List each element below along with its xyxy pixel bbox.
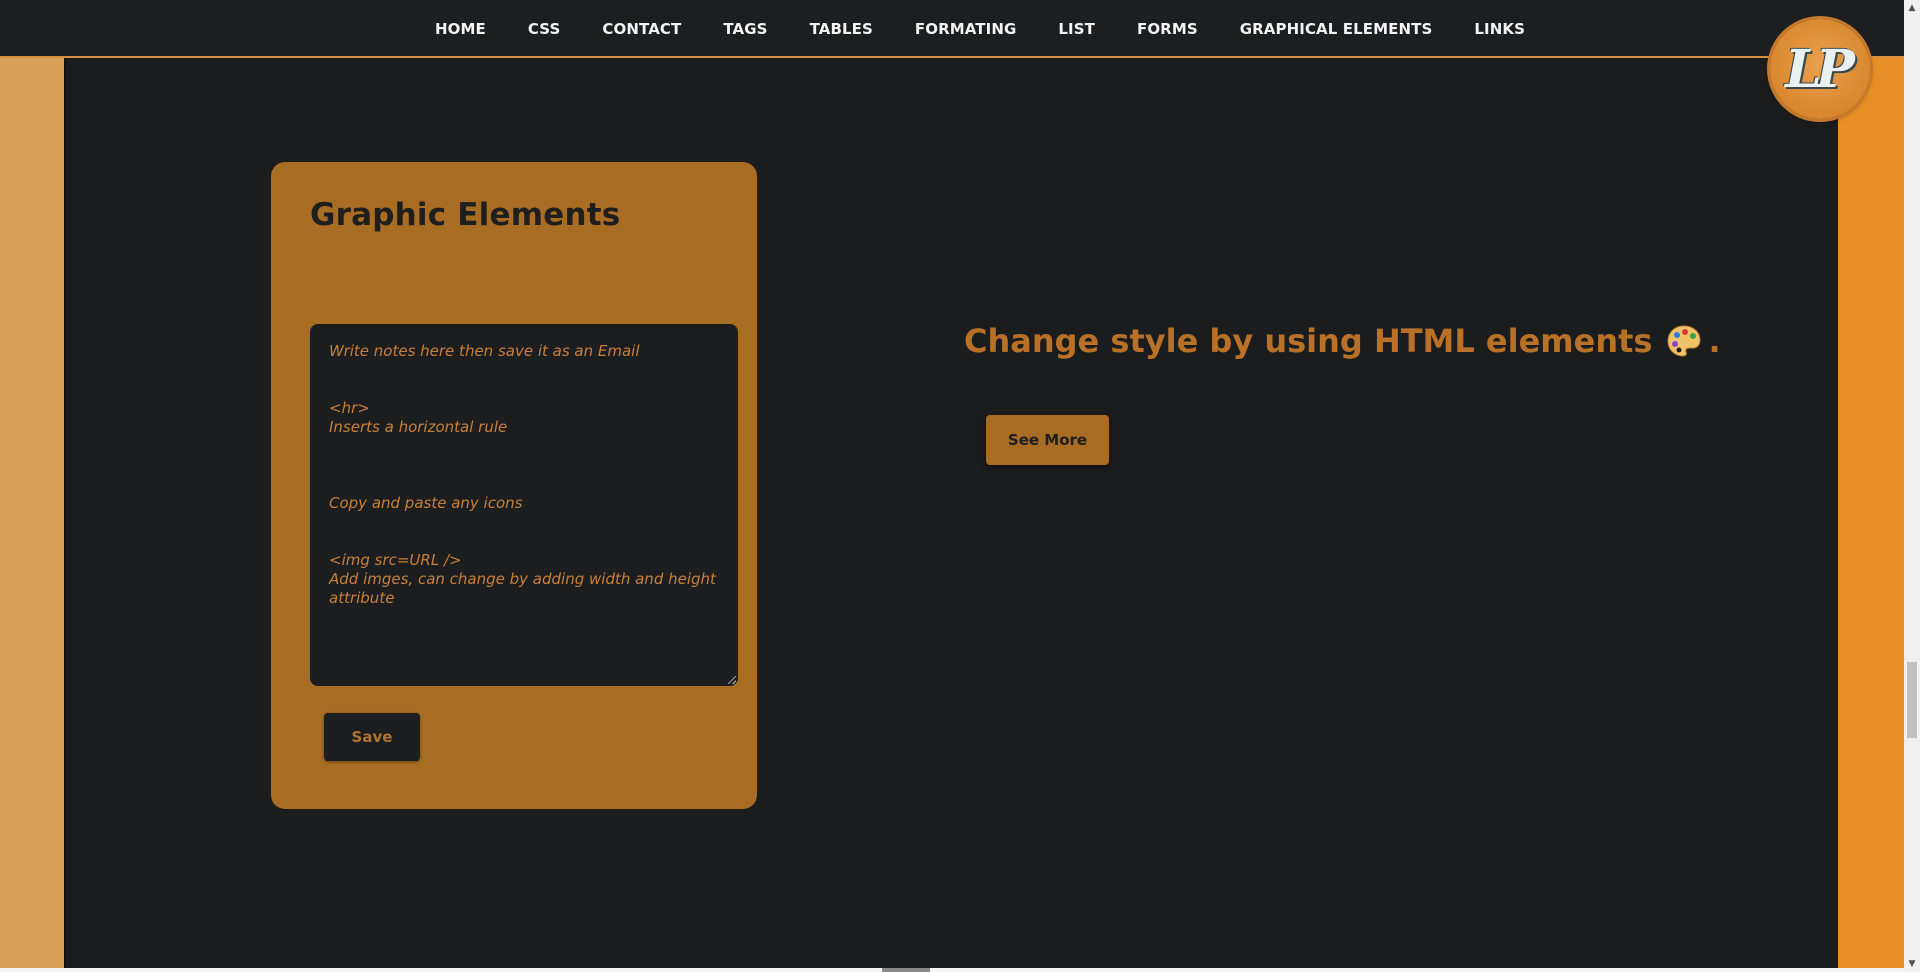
notes-img-desc: Add imges, can change by adding width an… [329,570,721,607]
logo-text: LP [1785,38,1855,100]
resize-handle-icon[interactable] [728,676,736,684]
scroll-up-icon[interactable]: ▲ [1904,0,1920,16]
nav-item-contact[interactable]: CONTACT [602,20,681,38]
nav-item-list[interactable]: LIST [1058,20,1095,38]
left-strip-divider [64,58,66,972]
notes-icons-line: Copy and paste any icons [329,494,523,512]
vertical-scrollbar[interactable]: ▲ ▼ [1904,0,1920,972]
notes-textarea[interactable]: Write notes here then save it as an Emai… [310,324,738,686]
graphic-elements-card: Graphic Elements Write notes here then s… [271,162,757,809]
bottom-edge [0,968,1904,972]
nav-item-graphical-elements[interactable]: GRAPHICAL ELEMENTS [1240,20,1433,38]
card-title: Graphic Elements [310,197,621,233]
notes-hr-desc: Inserts a horizontal rule [329,418,508,436]
nav-item-home[interactable]: HOME [435,20,486,38]
save-button[interactable]: Save [324,713,420,761]
nav-menu: HOME CSS CONTACT TAGS TABLES FORMATING L… [0,0,1920,58]
nav-item-tables[interactable]: TABLES [810,20,873,38]
nav-item-css[interactable]: CSS [528,20,561,38]
see-more-button[interactable]: See More [986,415,1109,465]
scrollbar-thumb[interactable] [1907,662,1917,738]
headline-suffix: . [1708,322,1721,360]
nav-item-links[interactable]: LINKS [1474,20,1525,38]
bottom-scroll-indicator [882,968,930,972]
nav-item-forms[interactable]: FORMS [1137,20,1198,38]
nav-item-tags[interactable]: TAGS [723,20,767,38]
main-headline: Change style by using HTML elements . [964,322,1721,360]
nav-item-formating[interactable]: FORMATING [915,20,1017,38]
top-navbar: HOME CSS CONTACT TAGS TABLES FORMATING L… [0,0,1920,58]
notes-img-tag: <img src=URL /> [329,551,462,569]
palette-icon [1667,325,1701,357]
right-side-strip [1838,58,1904,972]
site-logo[interactable]: LP [1770,19,1870,119]
left-side-strip [0,58,64,972]
scroll-down-icon[interactable]: ▼ [1904,956,1920,972]
notes-intro: Write notes here then save it as an Emai… [329,342,640,360]
page: HOME CSS CONTACT TAGS TABLES FORMATING L… [0,0,1920,972]
headline-text: Change style by using HTML elements [964,322,1653,360]
notes-hr-tag: <hr> [329,399,370,417]
